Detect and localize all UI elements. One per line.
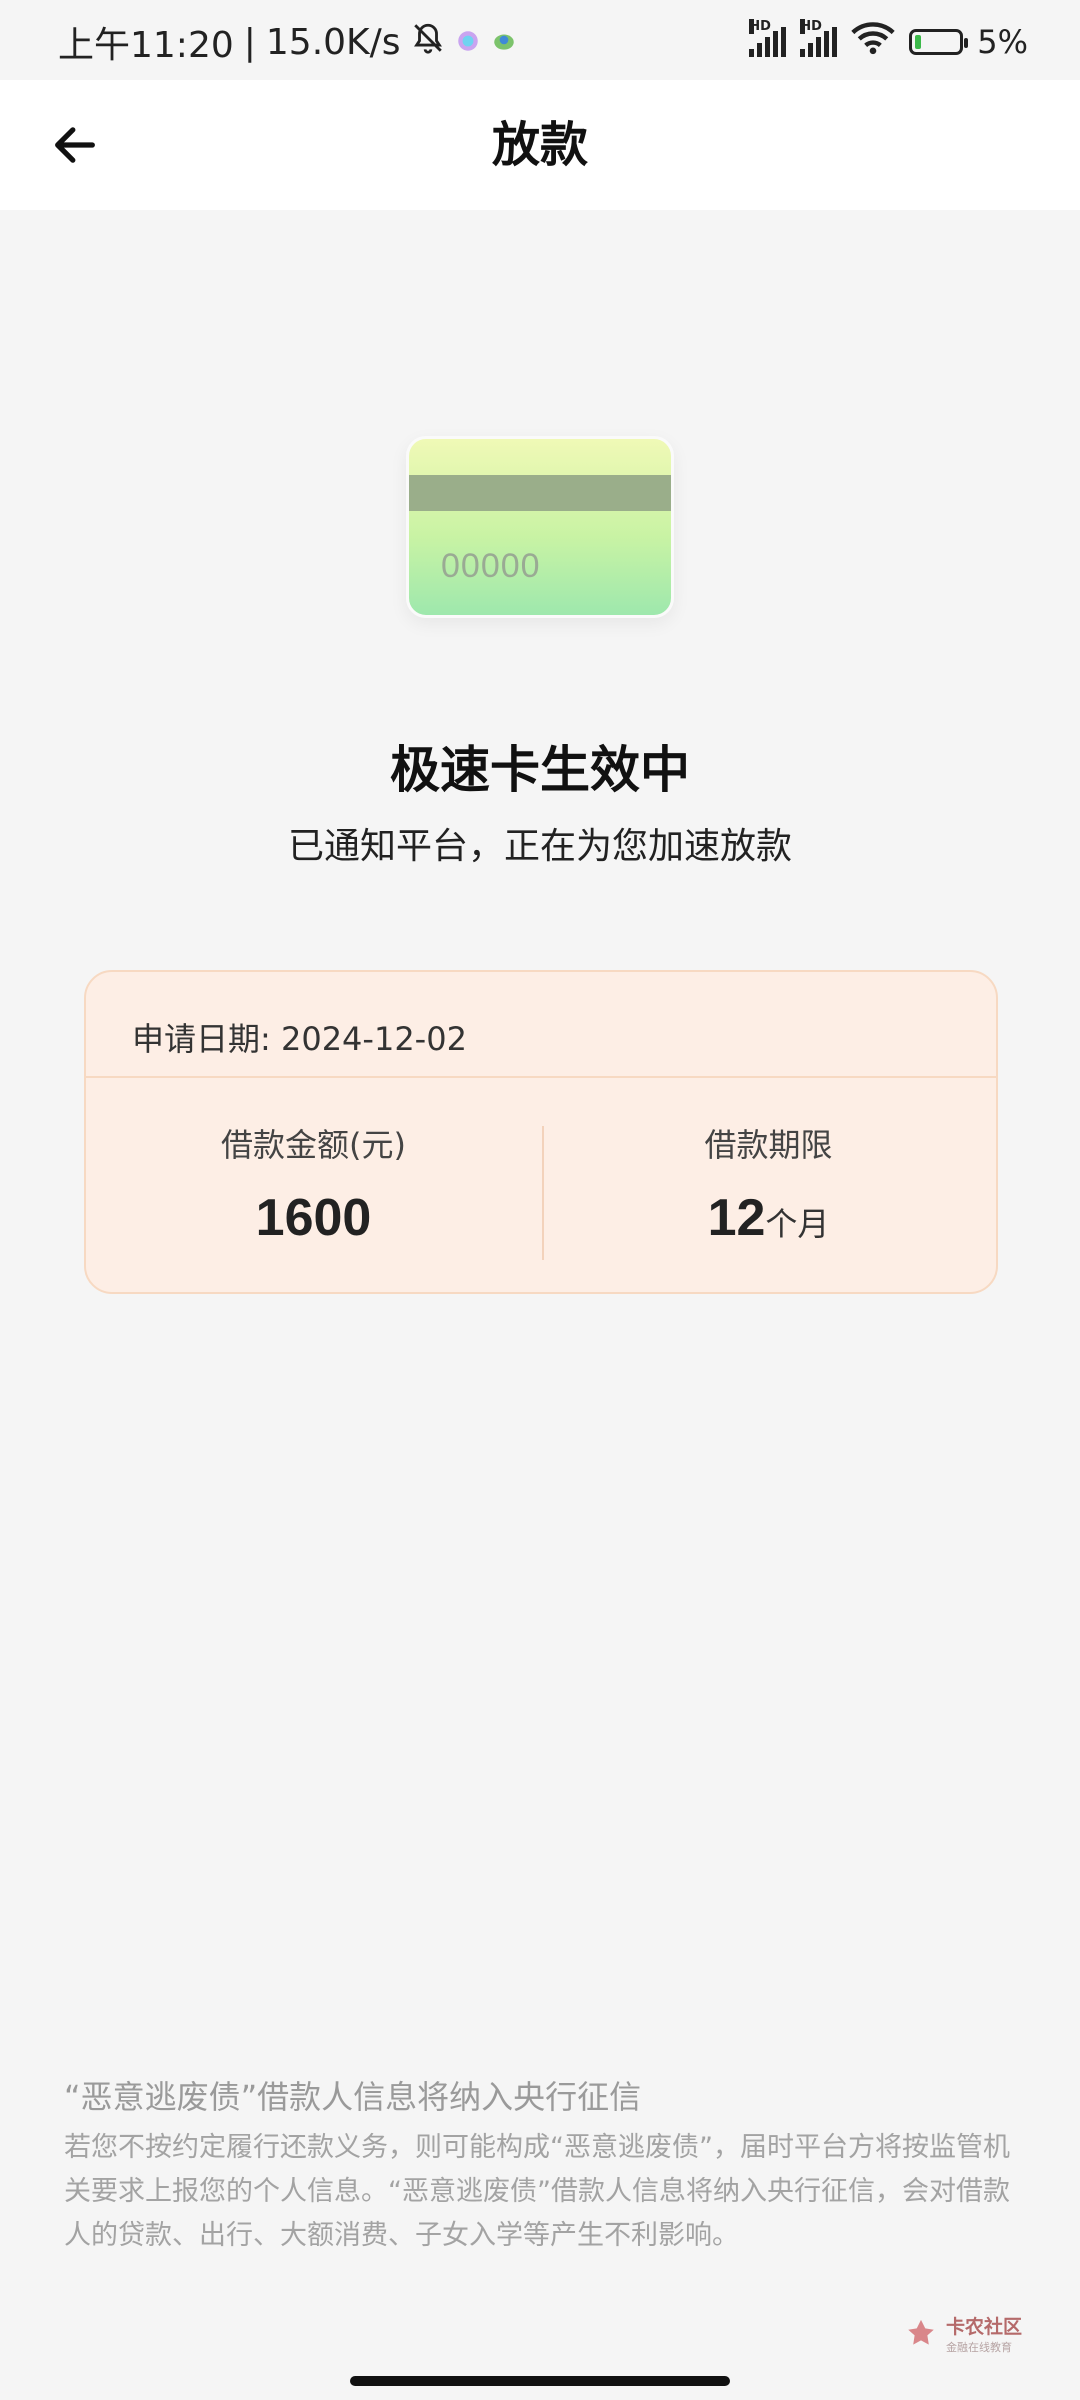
watermark-main: 卡农社区 xyxy=(946,2316,1023,2338)
status-title: 极速卡生效中 xyxy=(390,741,690,799)
card-number: 00000 xyxy=(441,547,541,585)
notice-body: 若您不按约定履行还款义务，则可能构成“恶意逃废债”，届时平台方将按监管机关要求上… xyxy=(64,2132,1010,2251)
watermark: 卡农社区 金融在线教育 xyxy=(904,2312,1022,2355)
signal-icon: HD xyxy=(749,19,787,57)
loan-term: 借款期限 12个月 xyxy=(541,1076,996,1294)
status-right: HD HD 5% xyxy=(749,19,1028,63)
watermark-sub: 金融在线教育 xyxy=(946,2341,1012,2354)
status-bar: 上午11:20 | 15.0K/s HD HD 5% xyxy=(0,0,1080,80)
loan-term-value-group: 12个月 xyxy=(541,1188,996,1248)
watermark-logo-icon xyxy=(908,2319,934,2345)
app-notification-icon xyxy=(491,22,517,63)
battery-charging-icon xyxy=(909,29,969,55)
notice-title: “恶意逃废债”借款人信息将纳入央行征信 xyxy=(64,2078,642,2116)
status-net-speed: 15.0K/s xyxy=(265,21,401,63)
hd-label: HD xyxy=(749,19,771,34)
bank-card-illustration: 00000 xyxy=(406,436,674,618)
card-stripe xyxy=(409,475,671,511)
loan-info-card: 申请日期: 2024-12-02 借款金额(元) 1600 借款期限 12个月 xyxy=(84,970,998,1294)
status-separator: | xyxy=(243,21,256,63)
bell-off-icon xyxy=(411,21,445,64)
status-left: 上午11:20 | 15.0K/s xyxy=(58,21,517,66)
app-header: 放款 xyxy=(0,80,1080,210)
signal-icon: HD xyxy=(800,19,838,57)
loan-term-label: 借款期限 xyxy=(704,1126,833,1164)
app-notification-icon xyxy=(455,22,481,63)
wifi-icon xyxy=(851,21,895,63)
loan-amount-label: 借款金额(元) xyxy=(221,1126,406,1164)
apply-date-label: 申请日期: xyxy=(132,1020,271,1058)
loan-amount-value: 1600 xyxy=(255,1189,372,1247)
apply-date: 申请日期: 2024-12-02 xyxy=(132,1014,467,1060)
home-indicator[interactable] xyxy=(350,2376,730,2386)
battery-percent: 5% xyxy=(977,23,1028,61)
hd-label: HD xyxy=(800,19,822,34)
loan-term-unit: 个月 xyxy=(765,1205,830,1243)
status-time: 上午11:20 xyxy=(58,25,234,66)
page-title: 放款 xyxy=(491,117,588,173)
status-subtitle: 已通知平台，正在为您加速放款 xyxy=(287,826,792,867)
loan-amount: 借款金额(元) 1600 xyxy=(86,1076,541,1294)
loan-term-value: 12 xyxy=(707,1189,766,1247)
apply-date-value: 2024-12-02 xyxy=(280,1020,467,1058)
